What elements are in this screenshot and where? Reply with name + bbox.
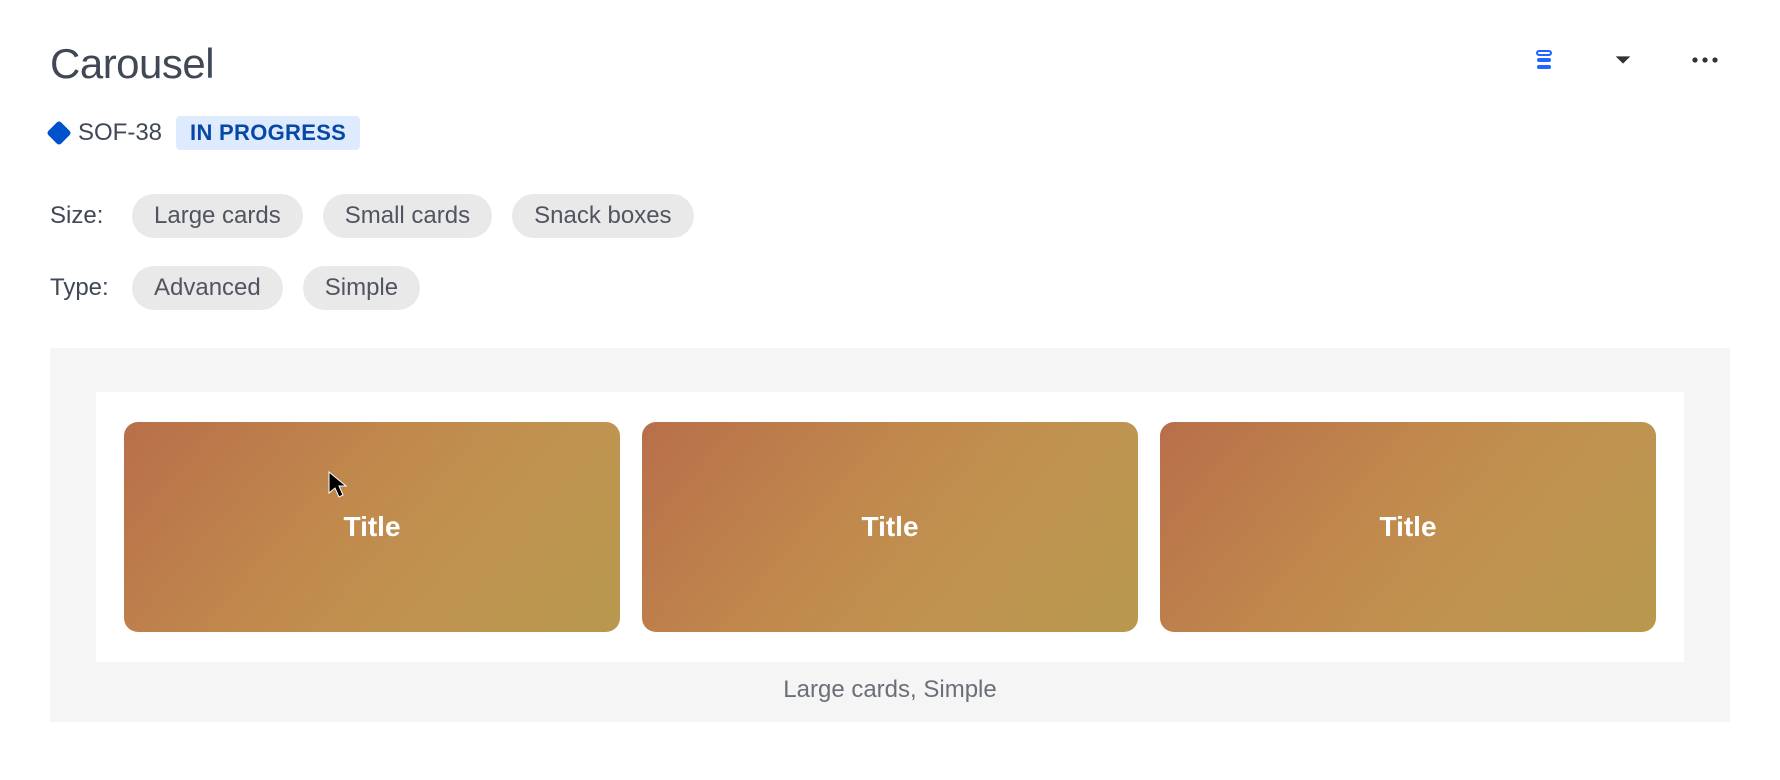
stack-icon[interactable] bbox=[1532, 48, 1556, 72]
size-label: Size: bbox=[50, 202, 112, 230]
issue-type-icon bbox=[46, 120, 71, 145]
issue-key[interactable]: SOF-38 bbox=[50, 119, 162, 147]
page-title: Carousel bbox=[50, 40, 214, 88]
carousel-preview: Title Title Title bbox=[96, 392, 1684, 662]
issue-key-text: SOF-38 bbox=[78, 119, 162, 147]
caret-down-icon[interactable] bbox=[1612, 49, 1634, 71]
status-badge[interactable]: IN PROGRESS bbox=[176, 116, 360, 150]
size-option-snack-boxes[interactable]: Snack boxes bbox=[512, 194, 693, 238]
carousel-card[interactable]: Title bbox=[642, 422, 1138, 632]
type-option-simple[interactable]: Simple bbox=[303, 266, 420, 310]
size-option-small-cards[interactable]: Small cards bbox=[323, 194, 492, 238]
card-title: Title bbox=[1379, 511, 1436, 543]
header-actions bbox=[1532, 40, 1730, 72]
carousel-card[interactable]: Title bbox=[1160, 422, 1656, 632]
carousel-card[interactable]: Title bbox=[124, 422, 620, 632]
card-title: Title bbox=[343, 511, 400, 543]
more-icon[interactable] bbox=[1690, 48, 1720, 72]
size-option-large-cards[interactable]: Large cards bbox=[132, 194, 303, 238]
preview-caption: Large cards, Simple bbox=[96, 676, 1684, 704]
type-option-advanced[interactable]: Advanced bbox=[132, 266, 283, 310]
type-label: Type: bbox=[50, 274, 112, 302]
card-title: Title bbox=[861, 511, 918, 543]
preview-area: Title Title Title Large cards, Simple bbox=[50, 348, 1730, 722]
